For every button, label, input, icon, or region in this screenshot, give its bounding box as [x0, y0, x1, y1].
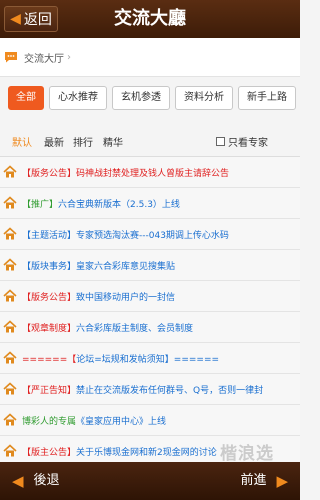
post-prefix: 【主题活动】	[22, 230, 77, 241]
arrow-left-icon: ◀	[12, 472, 24, 490]
post-row[interactable]: 博彩人的专属《皇家应用中心》上线	[0, 405, 300, 436]
forward-nav-label: 前進	[240, 473, 267, 488]
post-prefix: 博彩人的专属	[22, 416, 77, 427]
post-text: 六合宝典新版本（2.5.3）上线	[58, 199, 180, 210]
post-prefix: 【版块事务】	[22, 261, 77, 272]
post-prefix: 【观章制度】	[22, 323, 77, 334]
home-topic-icon	[3, 320, 17, 333]
category-analysis-button[interactable]: 资料分析	[175, 86, 233, 110]
post-prefix: 【版务公告】	[22, 168, 77, 179]
watermark: 楷浪选	[220, 444, 274, 464]
post-title: ======【论坛=坛规和发帖须知】======	[22, 352, 219, 365]
post-text: 专家预选淘汰赛---043期调上传心水码	[76, 230, 229, 241]
back-nav-label: 後退	[33, 473, 60, 488]
breadcrumb: 交流大厅 ›	[0, 38, 300, 77]
home-topic-icon	[3, 351, 17, 364]
post-text: 论坛=坛规和发帖须知】======	[76, 354, 220, 365]
post-row[interactable]: 【版务公告】码神战封禁处理及钱人曾版主请辞公告	[0, 157, 300, 188]
post-text: 六合彩库版主制度、会员制度	[76, 323, 194, 334]
bottom-nav: ◀ 後退 前進 ▶	[0, 462, 300, 500]
category-insight-button[interactable]: 玄机参透	[112, 86, 170, 110]
post-title: 【版主公告】关于乐博现金网和新2现金网的讨论	[22, 445, 217, 458]
post-text: 禁止在交流版发布任何群号、Q号，否则一律封	[76, 385, 264, 396]
breadcrumb-item-hall[interactable]: 交流大厅	[24, 50, 64, 65]
arrow-right-icon: ▶	[276, 472, 288, 490]
sort-tabs: 默认 最新 排行 精华 只看专家	[0, 130, 300, 152]
post-prefix: 【版主公告】	[22, 447, 77, 458]
sort-featured-tab[interactable]: 精华	[103, 134, 123, 149]
breadcrumb-separator: ›	[67, 51, 71, 63]
home-topic-icon	[3, 258, 17, 271]
post-row[interactable]: 【观章制度】六合彩库版主制度、会员制度	[0, 312, 300, 343]
post-prefix: ======【	[22, 354, 77, 365]
category-tips-button[interactable]: 心水推荐	[49, 86, 107, 110]
category-all-button[interactable]: 全部	[8, 86, 44, 110]
post-prefix: 【严正告知】	[22, 385, 77, 396]
sort-latest-tab[interactable]: 最新	[44, 134, 64, 149]
post-text: 皇家六合彩库意见搜集贴	[76, 261, 176, 272]
home-topic-icon	[3, 165, 17, 178]
post-title: 【主题活动】专家预选淘汰赛---043期调上传心水码	[22, 228, 229, 241]
post-list: 【版务公告】码神战封禁处理及钱人曾版主请辞公告 【推广】六合宝典新版本（2.5.3…	[0, 157, 300, 467]
back-nav-button[interactable]: ◀ 後退	[12, 462, 60, 500]
home-topic-icon	[3, 382, 17, 395]
home-topic-icon	[3, 413, 17, 426]
experts-only-checkbox[interactable]	[216, 137, 225, 146]
home-topic-icon	[3, 196, 17, 209]
category-tabs: 全部 心水推荐 玄机参透 资料分析 新手上路	[0, 86, 300, 114]
post-title: 【观章制度】六合彩库版主制度、会员制度	[22, 321, 193, 334]
forward-nav-button[interactable]: 前進 ▶	[240, 462, 288, 500]
post-prefix: 【版务公告】	[22, 292, 77, 303]
post-title: 博彩人的专属《皇家应用中心》上线	[22, 414, 166, 427]
post-row[interactable]: 【严正告知】禁止在交流版发布任何群号、Q号，否则一律封	[0, 374, 300, 405]
app-header: ◀ 返回 交流大廳	[0, 0, 300, 38]
post-title: 【严正告知】禁止在交流版发布任何群号、Q号，否则一律封	[22, 383, 263, 396]
sort-ranking-tab[interactable]: 排行	[73, 134, 93, 149]
category-beginner-button[interactable]: 新手上路	[238, 86, 296, 110]
experts-only-label: 只看专家	[228, 138, 268, 149]
post-title: 【版务公告】致中国移动用户的一封信	[22, 290, 175, 303]
post-title: 【版务公告】码神战封禁处理及钱人曾版主请辞公告	[22, 166, 229, 179]
post-row[interactable]: 【推广】六合宝典新版本（2.5.3）上线	[0, 188, 300, 219]
post-text: 关于乐博现金网和新2现金网的讨论	[76, 447, 217, 458]
home-topic-icon	[3, 444, 17, 457]
post-row[interactable]: 【版块事务】皇家六合彩库意见搜集贴	[0, 250, 300, 281]
home-topic-icon	[3, 227, 17, 240]
post-text: 码神战封禁处理及钱人曾版主请辞公告	[76, 168, 230, 179]
page-title: 交流大廳	[114, 8, 186, 29]
post-row[interactable]: 【版务公告】致中国移动用户的一封信	[0, 281, 300, 312]
experts-only-toggle[interactable]: 只看专家	[216, 134, 268, 149]
post-row[interactable]: 【主题活动】专家预选淘汰赛---043期调上传心水码	[0, 219, 300, 250]
home-topic-icon	[3, 289, 17, 302]
post-title: 【版块事务】皇家六合彩库意见搜集贴	[22, 259, 175, 272]
post-row[interactable]: ======【论坛=坛规和发帖须知】======	[0, 343, 300, 374]
sort-default-tab[interactable]: 默认	[12, 134, 32, 149]
post-text: 《皇家应用中心》上线	[76, 416, 167, 427]
post-prefix: 【推广】	[22, 199, 59, 210]
post-text: 致中国移动用户的一封信	[76, 292, 176, 303]
post-title: 【推广】六合宝典新版本（2.5.3）上线	[22, 197, 180, 210]
chat-bubble-icon	[5, 52, 17, 63]
